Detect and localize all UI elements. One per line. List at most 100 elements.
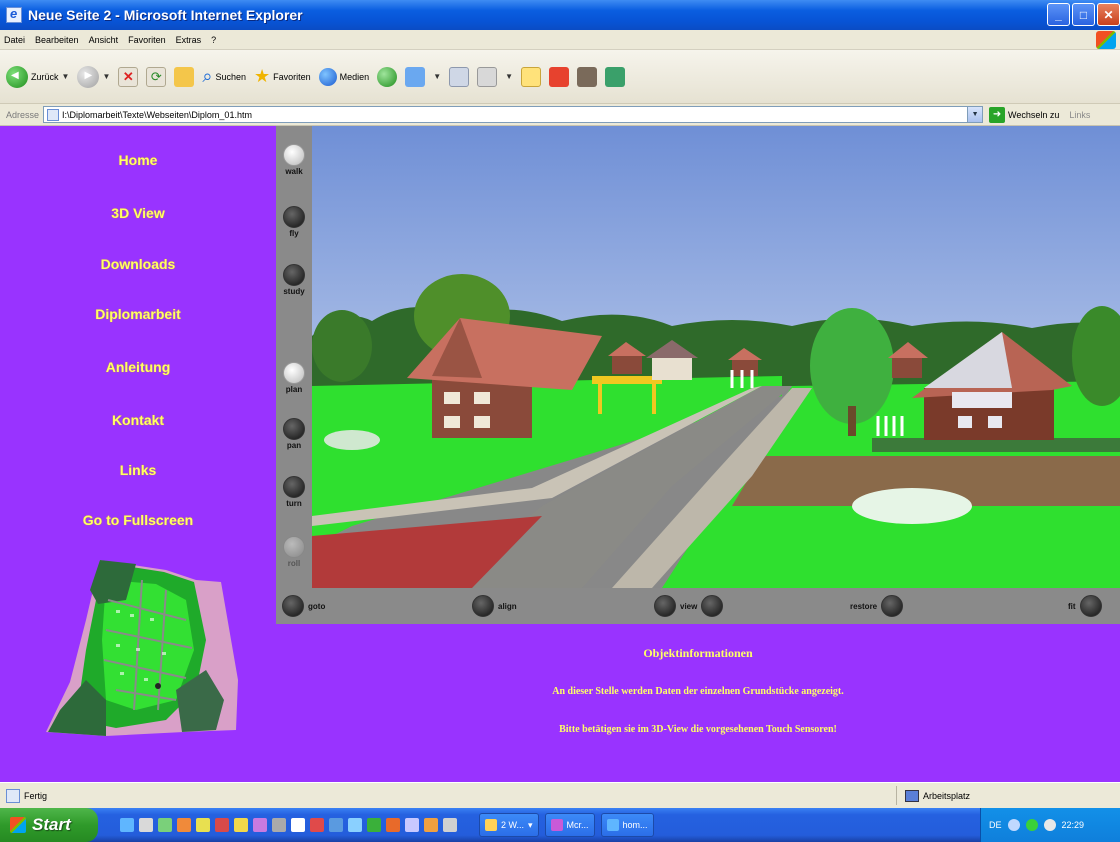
links-toolbar-label[interactable]: Links [1069, 110, 1090, 120]
hedge [872, 438, 1120, 452]
quicklaunch-app-icon[interactable] [310, 818, 324, 832]
view-next-button-icon[interactable] [701, 595, 724, 617]
start-button[interactable]: Start [0, 808, 98, 842]
history-icon[interactable] [377, 66, 398, 87]
menu-help[interactable]: ? [211, 35, 216, 45]
align-button-icon [472, 595, 494, 617]
restore-button-icon [881, 595, 904, 617]
maximize-button[interactable]: □ [1072, 3, 1095, 26]
search-button[interactable]: ⌕ Suchen [202, 66, 246, 87]
menu-bearbeiten[interactable]: Bearbeiten [35, 35, 79, 45]
view-control[interactable]: view [654, 595, 724, 617]
menu-ansicht[interactable]: Ansicht [89, 35, 119, 45]
title-bar: Neue Seite 2 - Microsoft Internet Explor… [0, 0, 1120, 30]
back-dropdown-icon[interactable]: ▼ [62, 72, 70, 81]
nav-link-downloads[interactable]: Downloads [0, 256, 276, 272]
page-icon [47, 108, 60, 121]
fit-control[interactable]: fit [1068, 595, 1102, 617]
goto-control[interactable]: goto [282, 595, 325, 617]
restore-control[interactable]: restore [850, 595, 904, 617]
quicklaunch-ie-icon[interactable] [120, 818, 134, 832]
quicklaunch-app-icon[interactable] [253, 818, 267, 832]
nav-link-home[interactable]: Home [0, 152, 276, 168]
restore-label: restore [850, 601, 878, 611]
flower-icon[interactable] [577, 66, 598, 87]
forward-dropdown-icon[interactable]: ▼ [102, 72, 110, 81]
back-arrow-icon [6, 65, 28, 88]
quicklaunch-app-icon[interactable] [424, 818, 438, 832]
messenger-icon[interactable] [605, 66, 626, 87]
back-button[interactable]: Zurück ▼ [6, 65, 70, 88]
quicklaunch-app-icon[interactable] [329, 818, 343, 832]
vrml-3d-viewer[interactable]: walk fly study plan pan turn roll goto a… [276, 126, 1120, 624]
menu-extras[interactable]: Extras [176, 35, 202, 45]
network-icon[interactable] [1025, 819, 1038, 831]
study-label: study [283, 287, 305, 296]
task-label: Mcr... [566, 820, 589, 830]
fly-control[interactable]: fly [279, 206, 309, 238]
walk-button-icon [283, 144, 305, 166]
viewer-action-controls: goto align view restore fit [276, 588, 1120, 624]
minimize-button[interactable]: _ [1047, 3, 1070, 26]
roll-control[interactable]: roll [279, 536, 309, 568]
messenger-tray-icon[interactable] [1043, 819, 1056, 831]
task-button-home[interactable]: hom... [600, 813, 654, 837]
addon-icon[interactable] [549, 66, 570, 87]
quicklaunch-app-icon[interactable] [386, 818, 400, 832]
nav-link-links[interactable]: Links [0, 462, 276, 478]
address-dropdown-icon[interactable]: ▼ [967, 107, 983, 122]
quicklaunch-app-icon[interactable] [272, 818, 286, 832]
quicklaunch-app-icon[interactable] [158, 818, 172, 832]
close-button[interactable]: ✕ [1097, 3, 1120, 26]
plan-control[interactable]: plan [279, 362, 309, 394]
nav-link-anleitung[interactable]: Anleitung [0, 359, 276, 375]
quicklaunch-app-icon[interactable] [443, 818, 457, 832]
home-icon[interactable] [174, 66, 195, 87]
computer-icon [905, 789, 919, 802]
ie-task-icon [606, 819, 619, 831]
refresh-icon[interactable]: ⟳ [146, 66, 167, 87]
go-button[interactable]: ➜ Wechseln zu [989, 106, 1059, 123]
media-button[interactable]: Medien [318, 67, 369, 86]
menu-bar: Datei Bearbeiten Ansicht Favoriten Extra… [0, 30, 1120, 50]
quicklaunch-app-icon[interactable] [196, 818, 210, 832]
quicklaunch-app-icon[interactable] [291, 818, 305, 832]
language-indicator[interactable]: DE [989, 820, 1002, 830]
study-control[interactable]: study [279, 264, 309, 296]
quicklaunch-desktop-icon[interactable] [139, 818, 153, 832]
turn-control[interactable]: turn [279, 476, 309, 508]
nav-link-kontakt[interactable]: Kontakt [0, 412, 276, 428]
quicklaunch-app-icon[interactable] [367, 818, 381, 832]
discuss-icon[interactable] [521, 66, 542, 87]
nav-link-diplomarbeit[interactable]: Diplomarbeit [0, 306, 276, 322]
menu-favoriten[interactable]: Favoriten [128, 35, 166, 45]
quicklaunch-app-icon[interactable] [177, 818, 191, 832]
pan-control[interactable]: pan [279, 418, 309, 450]
task-dropdown-icon: ▾ [528, 819, 533, 830]
favorites-button[interactable]: ★ Favoriten [254, 66, 311, 87]
task-button-app[interactable]: Mcr... [544, 813, 595, 837]
menu-datei[interactable]: Datei [4, 35, 25, 45]
quicklaunch-app-icon[interactable] [405, 818, 419, 832]
quicklaunch-app-icon[interactable] [234, 818, 248, 832]
view-prev-button-icon[interactable] [654, 595, 676, 617]
quicklaunch-app-icon[interactable] [215, 818, 229, 832]
address-input[interactable]: I:\Diplomarbeit\Texte\Webseiten\Diplom_0… [43, 106, 984, 123]
nav-link-3d-view[interactable]: 3D View [0, 205, 276, 221]
3d-scene-view[interactable] [312, 126, 1120, 588]
turn-label: turn [286, 499, 302, 508]
mail-dropdown-icon[interactable]: ▼ [433, 72, 441, 81]
task-button-folder[interactable]: 2 W... ▾ [479, 813, 539, 837]
walk-control[interactable]: walk [279, 144, 309, 176]
stop-icon[interactable]: ✕ [118, 66, 139, 87]
align-control[interactable]: align [472, 595, 517, 617]
site-plan-map[interactable] [46, 560, 240, 740]
edit-icon[interactable] [477, 66, 498, 87]
mail-icon[interactable] [405, 66, 426, 87]
nav-link-fullscreen[interactable]: Go to Fullscreen [0, 512, 276, 528]
quicklaunch-app-icon[interactable] [348, 818, 362, 832]
edit-dropdown-icon[interactable]: ▼ [505, 72, 513, 81]
help-icon[interactable] [1007, 819, 1020, 831]
print-icon[interactable] [449, 66, 470, 87]
forward-button[interactable]: ▼ [77, 65, 110, 88]
